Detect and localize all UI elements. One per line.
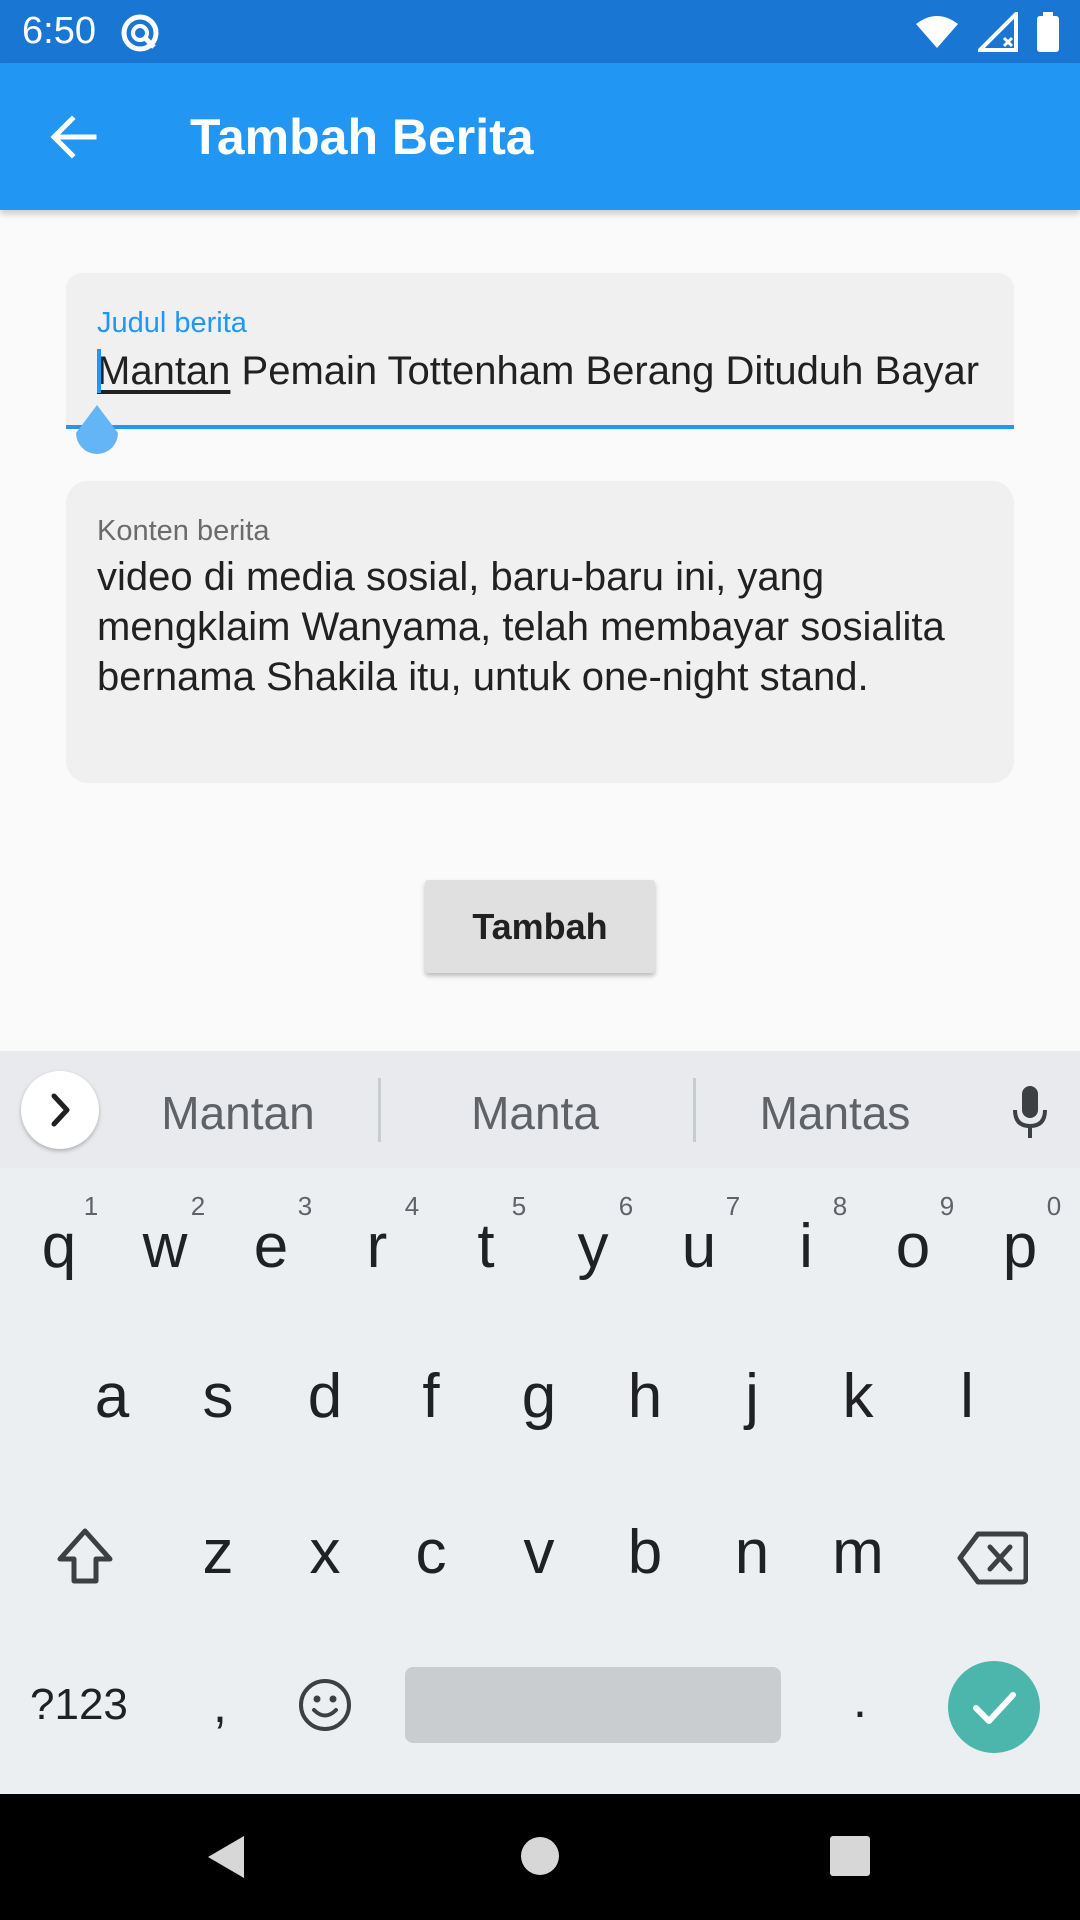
key-hint-7: 7 [725, 1191, 741, 1221]
key-j[interactable]: j [712, 1362, 792, 1432]
key-o[interactable]: o [873, 1212, 953, 1282]
key-l[interactable]: l [927, 1362, 1007, 1432]
title-composing-word: Mantan [97, 349, 231, 393]
title-field-value[interactable]: Mantan Pemain Tottenham Berang Dituduh B… [97, 343, 982, 399]
key-w[interactable]: w [125, 1212, 205, 1282]
title-field-underline [66, 425, 1014, 429]
nav-recents-icon[interactable] [830, 1836, 870, 1876]
mic-icon[interactable] [1005, 1082, 1055, 1142]
key-d[interactable]: d [285, 1362, 365, 1432]
period-key[interactable]: . [850, 1665, 870, 1735]
key-hint-0: 0 [1046, 1191, 1062, 1221]
key-hint-3: 3 [297, 1191, 313, 1221]
title-field-text: Pemain Tottenham Berang Dituduh Bayar [230, 349, 980, 393]
key-m[interactable]: m [818, 1518, 898, 1588]
key-hint-5: 5 [511, 1191, 527, 1221]
back-arrow-icon[interactable] [46, 110, 100, 164]
key-v[interactable]: v [499, 1518, 579, 1588]
key-hint-8: 8 [832, 1191, 848, 1221]
key-z[interactable]: z [178, 1518, 258, 1588]
shift-icon[interactable] [54, 1525, 116, 1587]
navigation-bar [0, 1794, 1080, 1920]
key-i[interactable]: i [766, 1212, 846, 1282]
status-time: 6:50 [22, 10, 96, 52]
key-c[interactable]: c [391, 1518, 471, 1588]
key-a[interactable]: a [72, 1362, 152, 1432]
key-k[interactable]: k [818, 1362, 898, 1432]
key-p[interactable]: p [980, 1212, 1060, 1282]
suggestion-divider [693, 1078, 696, 1142]
battery-icon [1037, 12, 1059, 52]
title-field-label: Judul berita [97, 307, 247, 339]
key-r[interactable]: r [337, 1212, 417, 1282]
comma-key[interactable]: , [205, 1670, 235, 1740]
app-notification-icon [121, 14, 159, 52]
key-q[interactable]: q [19, 1212, 99, 1282]
status-bar: 6:50 [0, 0, 1080, 63]
chevron-right-icon [51, 1093, 70, 1127]
expand-suggestions-button[interactable] [21, 1071, 99, 1149]
suggestion-3[interactable]: Mantas [725, 1078, 945, 1148]
page-title: Tambah Berita [190, 109, 534, 165]
enter-key[interactable] [948, 1661, 1040, 1753]
symbols-key[interactable]: ?123 [30, 1670, 128, 1740]
key-x[interactable]: x [285, 1518, 365, 1588]
backspace-icon[interactable] [956, 1530, 1028, 1586]
key-s[interactable]: s [178, 1362, 258, 1432]
key-hint-1: 1 [83, 1191, 99, 1221]
nav-home-icon[interactable] [520, 1836, 560, 1876]
key-h[interactable]: h [605, 1362, 685, 1432]
suggestion-2[interactable]: Manta [425, 1078, 645, 1148]
add-button[interactable]: Tambah [425, 880, 655, 973]
signal-icon [978, 12, 1018, 52]
key-hint-2: 2 [190, 1191, 206, 1221]
content-field-label: Konten berita [97, 515, 270, 547]
key-y[interactable]: y [553, 1212, 633, 1282]
wifi-icon [916, 16, 958, 48]
text-caret [97, 349, 101, 393]
emoji-icon[interactable] [297, 1677, 353, 1733]
key-g[interactable]: g [499, 1362, 579, 1432]
status-icons [914, 12, 1060, 52]
space-key[interactable] [405, 1667, 781, 1743]
key-hint-9: 9 [939, 1191, 955, 1221]
suggestion-1[interactable]: Mantan [128, 1078, 348, 1148]
key-t[interactable]: t [446, 1212, 526, 1282]
key-hint-6: 6 [618, 1191, 634, 1221]
nav-back-icon[interactable] [204, 1834, 250, 1880]
content-field-value[interactable]: video di media sosial, baru-baru ini, ya… [97, 552, 977, 702]
key-u[interactable]: u [659, 1212, 739, 1282]
key-f[interactable]: f [391, 1362, 471, 1432]
cursor-handle[interactable] [68, 405, 126, 463]
key-b[interactable]: b [605, 1518, 685, 1588]
suggestion-divider [378, 1078, 381, 1142]
app-bar: Tambah Berita [0, 63, 1080, 210]
key-n[interactable]: n [712, 1518, 792, 1588]
key-e[interactable]: e [231, 1212, 311, 1282]
key-hint-4: 4 [404, 1191, 420, 1221]
check-icon [973, 1692, 1016, 1724]
